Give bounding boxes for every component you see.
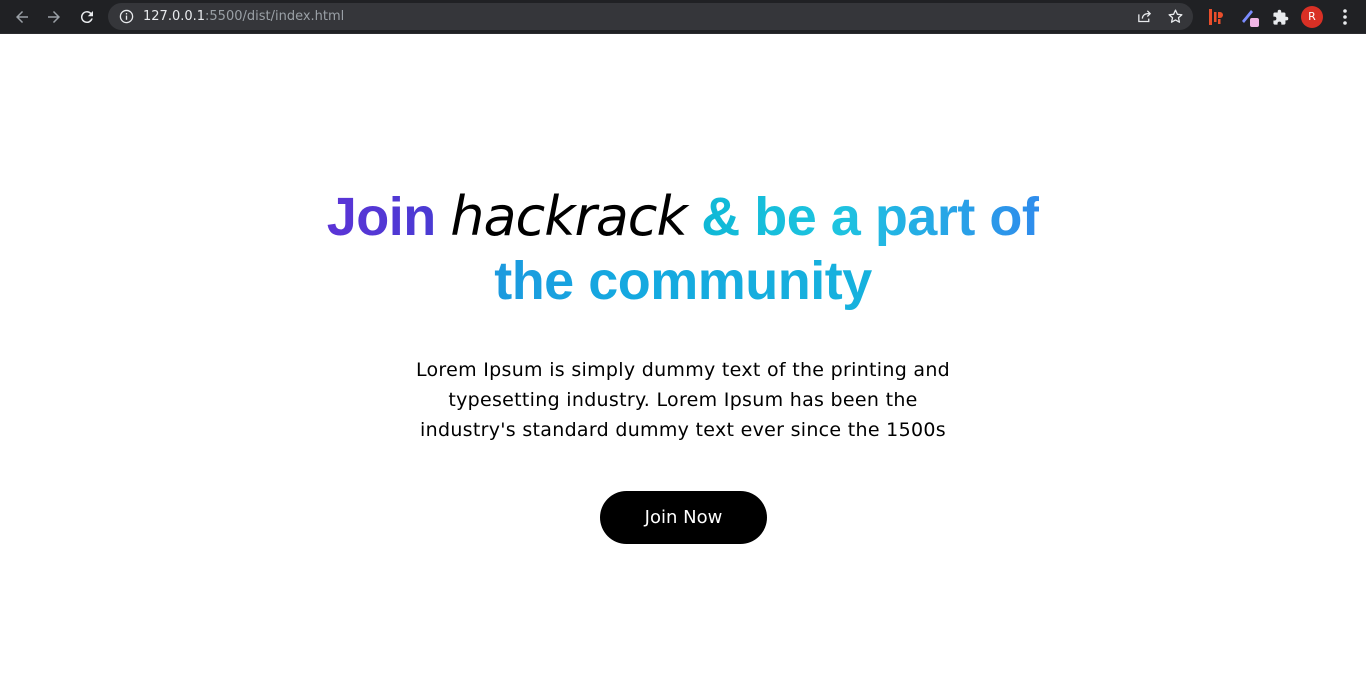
profile-avatar[interactable]: R — [1301, 6, 1323, 28]
extension-icon — [1242, 10, 1259, 27]
back-button[interactable] — [10, 5, 34, 29]
headline-line-1: Join hackrack & be a part of — [0, 185, 1366, 249]
info-icon[interactable] — [119, 9, 134, 24]
extension-button[interactable] — [1239, 6, 1261, 28]
browser-toolbar: 127.0.0.1:5500/dist/index.html R — [0, 0, 1366, 34]
back-arrow-icon — [16, 11, 28, 23]
forward-button[interactable] — [42, 5, 66, 29]
url-host: 127.0.0.1 — [143, 9, 206, 24]
reload-icon — [80, 11, 93, 24]
star-icon[interactable] — [1167, 8, 1184, 25]
url-text[interactable]: 127.0.0.1:5500/dist/index.html — [143, 9, 344, 24]
browser-menu-button[interactable] — [1334, 6, 1356, 28]
extensions-menu-button[interactable] — [1269, 6, 1291, 28]
hero-description: Lorem Ipsum is simply dummy text of the … — [415, 359, 951, 441]
address-bar[interactable]: 127.0.0.1:5500/dist/index.html — [108, 3, 1193, 30]
join-now-button[interactable]: Join Now — [600, 491, 767, 544]
url-path: :5500/dist/index.html — [205, 9, 345, 24]
headline-rest: & be a part of — [701, 187, 1040, 247]
share-icon[interactable] — [1136, 8, 1153, 25]
brand-name: hackrack — [450, 185, 688, 248]
puzzle-icon — [1272, 9, 1288, 25]
reload-button[interactable] — [75, 5, 99, 29]
forward-arrow-icon — [48, 11, 60, 23]
headline-line-2: the community — [0, 249, 1366, 313]
headline-join: Join — [326, 187, 437, 247]
extension-icon — [1209, 9, 1223, 25]
kebab-menu-icon — [1343, 9, 1347, 25]
extension-button[interactable] — [1205, 6, 1227, 28]
hero-headline: Join hackrack & be a part of the communi… — [0, 185, 1366, 313]
hero-section: Join hackrack & be a part of the communi… — [0, 35, 1366, 692]
